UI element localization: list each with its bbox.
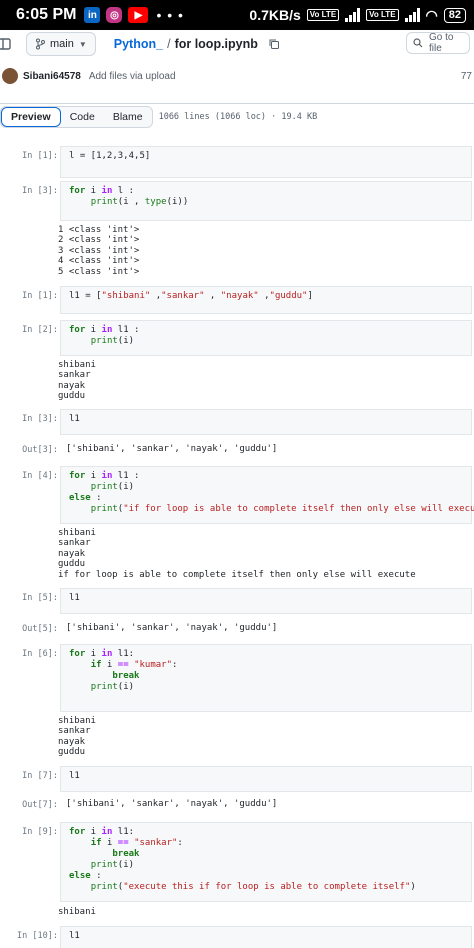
commit-message[interactable]: Add files via upload [89,71,176,82]
breadcrumb-repo-link[interactable]: Python_ [114,37,163,51]
tab-blame[interactable]: Blame [104,107,152,127]
execute-result: ['shibani', 'sankar', 'nayak', 'guddu'] [66,623,278,633]
input-prompt: In [6]: [22,649,58,659]
branch-icon [36,38,45,50]
status-bar: 6:05 PM in ◎ ▶ • • • 0.7KB/s Vo LTE Vo L… [0,0,474,30]
volte-badge-1: Vo LTE [306,9,340,21]
cell-source: for i in l1: if i == "kumar": break prin… [61,645,471,697]
cell-source: l1 [61,767,471,786]
code-cell: l1 [60,588,472,614]
cell-code: for i in l1: if i == "kumar": break prin… [69,649,178,692]
cell-output: 1 <class 'int'> 2 <class 'int'> 3 <class… [58,225,140,277]
input-prompt: In [4]: [22,471,58,481]
copy-path-icon[interactable] [268,38,280,50]
cell-source: l1 [61,589,471,608]
code-cell: for i in l1: if i == "kumar": break prin… [60,644,472,712]
cell-code: for i in l1 : print(i) [69,325,140,346]
signal-icon-1 [345,8,361,22]
input-prompt: In [5]: [22,593,58,603]
cell-code: for i in l1 : print(i) else : print("if … [69,471,474,514]
network-speed: 0.7KB/s [249,7,301,23]
cell-code: l1 [69,771,80,781]
output-prompt: Out[7]: [22,800,58,810]
cell-source: for i in l : print(i , type(i)) [61,182,471,212]
volte-badge-2: Vo LTE [366,9,399,21]
linkedin-icon: in [84,7,101,23]
cell-source: l1 = ["shibani" ,"sankar" , "nayak" ,"gu… [61,287,471,306]
code-cell: for i in l1 : print(i) [60,320,472,356]
code-cell: for i in l1 : print(i) else : print("if … [60,466,474,524]
search-icon [413,38,423,48]
input-prompt: In [9]: [22,827,58,837]
battery-icon: 82 [443,7,466,23]
go-to-file-label: Go to file [429,32,454,54]
input-prompt: In [7]: [22,771,58,781]
cell-code: l1 [69,931,80,941]
file-view-toolbar: Preview Code Blame 1066 lines (1066 loc)… [0,103,474,129]
breadcrumb-file: for loop.ipynb [174,37,258,51]
cell-code: l = [1,2,3,4,5] [69,151,151,161]
file-tree-icon[interactable] [0,37,12,51]
breadcrumb: Python_ / for loop.ipynb [114,37,280,51]
input-prompt: In [2]: [22,325,58,335]
branch-name: main [50,38,74,50]
code-cell: l1 [60,766,472,792]
code-cell: for i in l1: if i == "sankar": break pri… [60,822,472,902]
cell-output: shibani [58,907,96,917]
cell-code: for i in l : print(i , type(i)) [69,186,189,207]
input-prompt: In [10]: [17,931,58,941]
execute-result: ['shibani', 'sankar', 'nayak', 'guddu'] [66,444,278,454]
signal-icon-2 [404,8,420,22]
cell-code: for i in l1: if i == "sankar": break pri… [69,827,416,892]
branch-selector[interactable]: main ▼ [26,32,96,56]
chevron-down-icon: ▼ [78,39,87,49]
input-prompt: In [3]: [22,186,58,196]
tab-code[interactable]: Code [61,107,104,127]
cell-code: l1 [69,414,80,424]
output-prompt: Out[5]: [22,624,58,634]
cell-source: l1 [61,927,471,946]
latest-commit: Sibani64578 Add files via upload 77 [0,66,474,86]
youtube-icon: ▶ [128,7,149,23]
breadcrumb-separator: / [167,37,171,51]
code-cell: l = [1,2,3,4,5] [60,146,472,178]
cell-source: l1 [61,410,471,429]
cell-source: for i in l1 : print(i) [61,321,471,351]
commit-hash[interactable]: 77 [461,71,472,82]
cell-source: for i in l1 : print(i) else : print("if … [61,467,474,519]
go-to-file-button[interactable]: Go to file [406,32,470,54]
input-prompt: In [3]: [22,414,58,424]
repo-header: main ▼ Python_ / for loop.ipynb Go to fi… [0,30,474,58]
execute-result: ['shibani', 'sankar', 'nayak', 'guddu'] [66,799,278,809]
instagram-icon: ◎ [106,7,123,23]
code-cell: l1 [60,409,472,435]
more-notifications-icon: • • • [156,7,184,23]
view-mode-tabs: Preview Code Blame [0,105,153,128]
file-info: 1066 lines (1066 loc) · 19.4 KB [158,111,318,122]
cell-source: l = [1,2,3,4,5] [61,147,471,166]
commit-author[interactable]: Sibani64578 [23,71,81,82]
cell-output: shibani sankar nayak guddu [58,360,96,402]
cell-output: shibani sankar nayak guddu if for loop i… [58,528,416,580]
code-cell: l1 = ["shibani" ,"sankar" , "nayak" ,"gu… [60,286,472,314]
cell-output: shibani sankar nayak guddu [58,716,96,758]
input-prompt: In [1]: [22,291,58,301]
avatar[interactable] [2,68,18,84]
code-cell: for i in l : print(i , type(i)) [60,181,472,221]
input-prompt: In [1]: [22,151,58,161]
cell-code: l1 = ["shibani" ,"sankar" , "nayak" ,"gu… [69,291,313,301]
wifi-icon: ◠ [425,6,438,23]
code-cell: l1 [60,926,472,948]
cell-source: for i in l1: if i == "sankar": break pri… [61,823,471,897]
tab-preview[interactable]: Preview [1,106,61,127]
cell-code: l1 [69,593,80,603]
output-prompt: Out[3]: [22,445,58,455]
status-time: 6:05 PM [16,6,77,23]
